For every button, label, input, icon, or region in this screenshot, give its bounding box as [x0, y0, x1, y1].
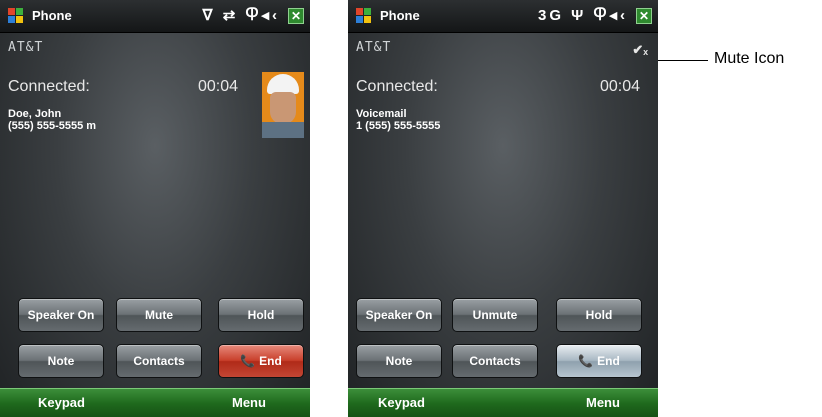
close-icon[interactable]: ✕ [288, 8, 304, 24]
end-label: End [259, 354, 282, 368]
title-bar: Phone ᐁ ⇄ Ⴔ◂‹ ✕ [0, 0, 310, 33]
call-state: Connected: [356, 78, 438, 95]
carrier-name: AT&T [356, 40, 392, 55]
end-label: End [597, 354, 620, 368]
phone-screen-right: Phone 3G Ψ Ⴔ◂‹ ✕ AT&T ✔ₓ Connected: 00:0… [348, 0, 658, 417]
caller-number: 1 (555) 555-5555 [356, 120, 441, 132]
unmute-button[interactable]: Unmute [452, 298, 538, 332]
caller-photo [262, 72, 304, 138]
close-icon[interactable]: ✕ [636, 8, 652, 24]
handset-icon: 📞 [240, 354, 256, 368]
speaker-on-button[interactable]: Speaker On [356, 298, 442, 332]
softkey-bar: Keypad Menu [348, 388, 658, 417]
windows-logo-icon[interactable] [8, 8, 24, 24]
status-icons[interactable]: 3G Ψ Ⴔ◂‹ [538, 6, 628, 24]
softkey-menu[interactable]: Menu [586, 395, 620, 410]
callout-line [658, 60, 708, 61]
end-call-button[interactable]: 📞 End [218, 344, 304, 378]
call-timer: 00:04 [600, 78, 641, 95]
softkey-keypad[interactable]: Keypad [38, 395, 85, 410]
speaker-on-button[interactable]: Speaker On [18, 298, 104, 332]
call-timer: 00:04 [198, 78, 239, 95]
app-title: Phone [32, 8, 72, 23]
caller-name: Doe, John [8, 108, 62, 120]
mute-icon: ✔ₓ [632, 42, 648, 57]
note-button[interactable]: Note [356, 344, 442, 378]
app-title: Phone [380, 8, 420, 23]
status-icons[interactable]: ᐁ ⇄ Ⴔ◂‹ [202, 6, 280, 24]
end-call-button[interactable]: 📞 End [556, 344, 642, 378]
mute-button[interactable]: Mute [116, 298, 202, 332]
title-bar: Phone 3G Ψ Ⴔ◂‹ ✕ [348, 0, 658, 33]
phone-screen-left: Phone ᐁ ⇄ Ⴔ◂‹ ✕ AT&T Connected: 00:04 Do… [0, 0, 310, 417]
hold-button[interactable]: Hold [556, 298, 642, 332]
contacts-button[interactable]: Contacts [116, 344, 202, 378]
caller-number: (555) 555-5555 m [8, 120, 97, 132]
caller-name: Voicemail [356, 108, 407, 120]
windows-logo-icon[interactable] [356, 8, 372, 24]
softkey-menu[interactable]: Menu [232, 395, 266, 410]
callout-label: Mute Icon [714, 50, 785, 67]
hold-button[interactable]: Hold [218, 298, 304, 332]
softkey-bar: Keypad Menu [0, 388, 310, 417]
softkey-keypad[interactable]: Keypad [378, 395, 425, 410]
handset-icon: 📞 [578, 354, 594, 368]
carrier-name: AT&T [8, 40, 44, 55]
call-state: Connected: [8, 78, 90, 95]
contacts-button[interactable]: Contacts [452, 344, 538, 378]
note-button[interactable]: Note [18, 344, 104, 378]
